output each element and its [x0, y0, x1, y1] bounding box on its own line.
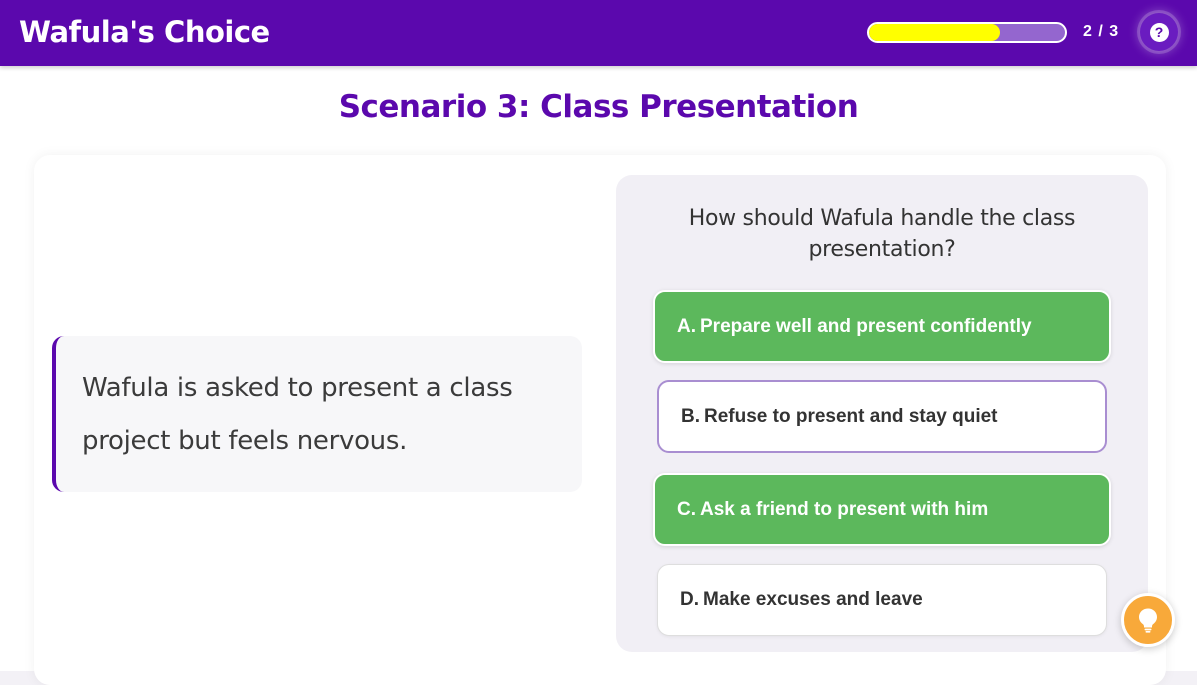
hint-button[interactable]: [1121, 593, 1175, 647]
question-mark-icon: ?: [1149, 22, 1169, 42]
option-d-button[interactable]: D. Make excuses and leave: [657, 564, 1107, 636]
top-bar: Wafula's Choice 2 / 3 ?: [0, 0, 1197, 66]
question-text: How should Wafula handle the class prese…: [688, 206, 1076, 262]
story-text: Wafula is asked to present a class proje…: [82, 373, 513, 456]
option-a-button[interactable]: A. Prepare well and present confidently: [653, 290, 1111, 363]
progress-bar-fill: [869, 24, 1001, 41]
help-button[interactable]: ?: [1140, 13, 1178, 51]
option-b-button[interactable]: B. Refuse to present and stay quiet: [657, 380, 1107, 453]
lightbulb-icon: [1139, 608, 1157, 633]
option-label: Make excuses and leave: [703, 589, 923, 610]
option-c-button[interactable]: C. Ask a friend to present with him: [653, 473, 1111, 546]
progress-counter: 2 / 3: [1083, 23, 1120, 40]
scenario-title: Scenario 3: Class Presentation: [338, 89, 859, 125]
option-label: Prepare well and present confidently: [700, 315, 1032, 337]
progress-bar: [867, 22, 1067, 43]
option-label: Refuse to present and stay quiet: [704, 405, 998, 427]
option-letter: A.: [677, 315, 696, 337]
option-letter: D.: [680, 589, 699, 610]
story-box: Wafula is asked to present a class proje…: [52, 336, 582, 492]
option-letter: B.: [681, 405, 700, 427]
option-letter: C.: [677, 498, 696, 520]
app-title: Wafula's Choice: [19, 15, 270, 49]
option-label: Ask a friend to present with him: [700, 498, 989, 520]
